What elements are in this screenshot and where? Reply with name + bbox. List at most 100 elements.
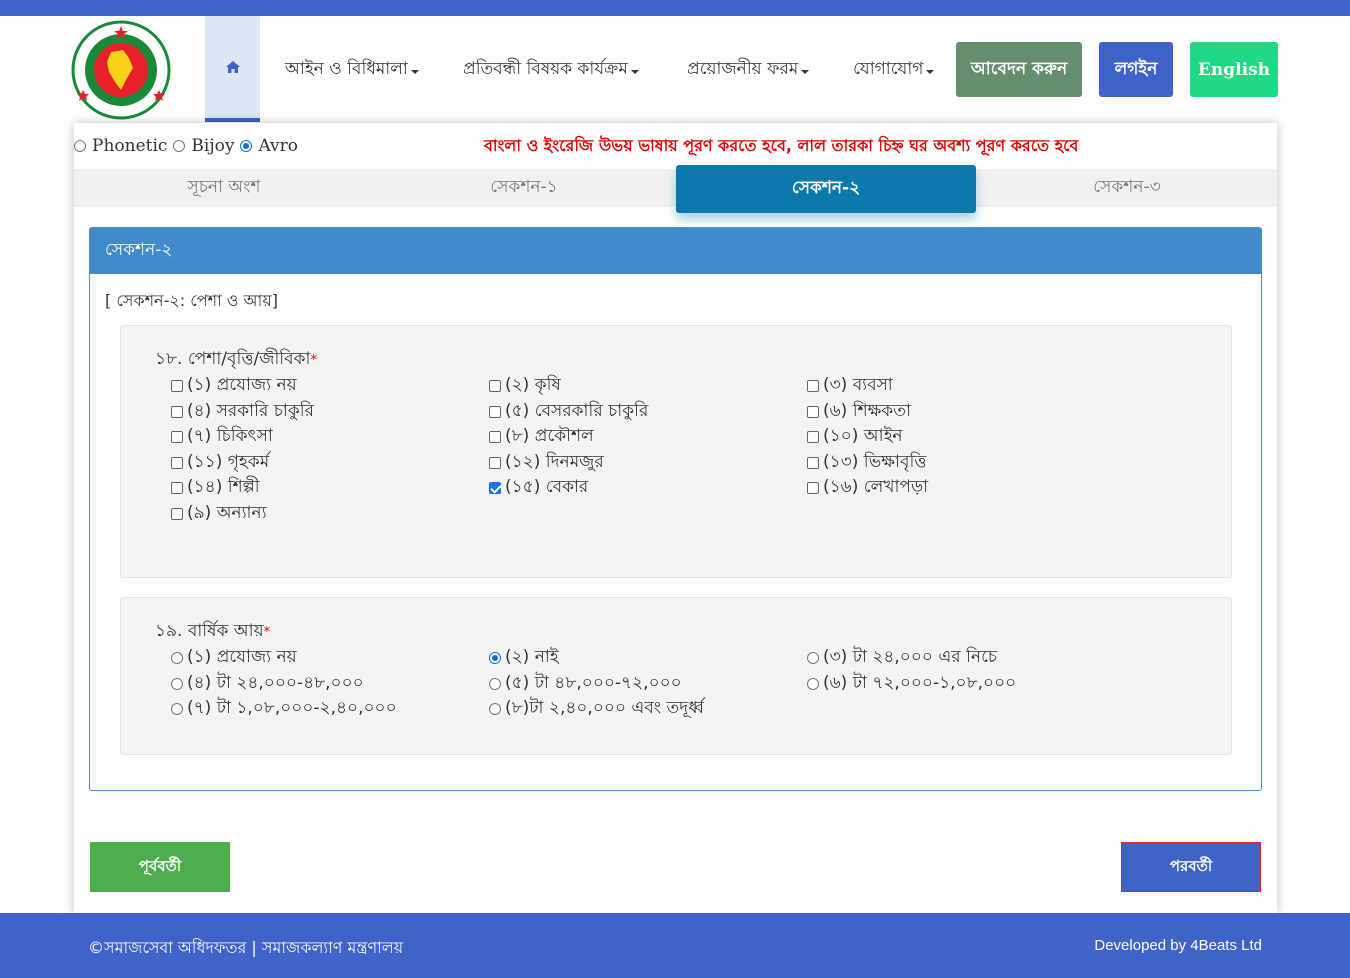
nav-home[interactable] [205, 16, 260, 122]
radio-button[interactable] [74, 140, 86, 152]
income-option[interactable]: (৫) টা ৪৮,০০০-৭২,০০০ [489, 670, 682, 698]
government-seal-logo[interactable] [71, 20, 171, 120]
occupation-option[interactable]: (১২) দিনমজুর [489, 449, 604, 477]
keyboard-option-label: Bijoy [191, 136, 235, 156]
occupation-option[interactable]: (১৪) শিল্পী [171, 474, 260, 502]
income-option[interactable]: (৩) টা ২৪,০০০ এর নিচে [807, 644, 997, 672]
keyboard-option-phonetic[interactable]: Phonetic [74, 136, 167, 156]
income-option[interactable]: (৭) টা ১,০৮,০০০-২,৪০,০০০ [171, 695, 397, 723]
option-label: (৪) টা ২৪,০০০-৪৮,০০০ [187, 672, 364, 693]
income-option[interactable]: (৮)টা ২,৪০,০০০ এবং তদূর্ধ্ব [489, 695, 704, 723]
option-label: (১১) গৃহকর্ম [187, 451, 270, 472]
site-footer: ©সমাজসেবা অধিদফতর | সমাজকল্যাণ মন্ত্রণাল… [0, 913, 1350, 978]
checkbox[interactable] [807, 380, 819, 392]
radio-button[interactable] [489, 677, 501, 690]
occupation-option[interactable]: (৩) ব্যবসা [807, 372, 893, 400]
checkbox[interactable] [807, 456, 819, 469]
tab-section-3[interactable]: সেকশন-৩ [977, 169, 1277, 207]
checkbox[interactable] [807, 482, 819, 494]
option-label: (১০) আইন [823, 426, 903, 446]
panel-heading: সেকশন-২ [90, 228, 1261, 274]
next-button[interactable]: পরবর্তী [1121, 842, 1261, 892]
checkbox[interactable] [171, 405, 183, 418]
income-option[interactable]: (১) প্রযোজ্য নয় [171, 644, 297, 672]
checkbox[interactable] [489, 380, 501, 392]
option-label: (১২) দিনমজুর [505, 451, 604, 472]
nav-item-label: আইন ও বিধিমালা [285, 59, 408, 79]
option-label: (১৩) ভিক্ষাবৃত্তি [823, 451, 927, 472]
checkbox[interactable] [489, 405, 501, 418]
radio-button[interactable] [240, 140, 253, 152]
option-label: (৩) ব্যবসা [823, 375, 893, 395]
keyboard-layout-selector: Phonetic Bijoy Avro [74, 135, 304, 157]
occupation-option[interactable]: (৮) প্রকৌশল [489, 423, 594, 451]
occupation-option[interactable]: (৪) সরকারি চাকুরি [171, 398, 314, 426]
radio-button[interactable] [489, 652, 501, 664]
tab-intro[interactable]: সূচনা অংশ [74, 169, 374, 207]
english-button[interactable]: English [1190, 42, 1278, 97]
nav-item-label: প্রয়োজনীয় ফরম [687, 59, 799, 79]
income-question-well: ১৯. বার্ষিক আয়* (১) প্রযোজ্য নয় (২) নাই… [120, 597, 1232, 755]
previous-button[interactable]: পূর্ববর্তী [90, 842, 230, 892]
nav-item-laws[interactable]: আইন ও বিধিমালা [285, 56, 419, 84]
income-option[interactable]: (৬) টা ৭২,০০০-১,০৮,০০০ [807, 670, 1016, 698]
radio-button[interactable] [807, 652, 819, 664]
apply-button[interactable]: আবেদন করুন [956, 42, 1082, 97]
keyboard-option-label: Avro [258, 136, 299, 156]
checkbox[interactable] [171, 456, 183, 469]
option-label: (১৫) বেকার [505, 477, 589, 497]
option-label: (৭) চিকিৎসা [187, 426, 273, 446]
caret-down-icon [926, 69, 935, 74]
radio-button[interactable] [807, 677, 819, 690]
occupation-option[interactable]: (৬) শিক্ষকতা [807, 398, 911, 426]
option-label: (১৪) শিল্পী [187, 477, 260, 497]
tab-section-2[interactable]: সেকশন-২ [676, 165, 976, 213]
question-title-text: ১৮. পেশা/বৃত্তি/জীবিকা [155, 349, 311, 369]
form-card: Phonetic Bijoy Avro বাংলা ও ইংরেজি উভয় … [74, 123, 1277, 913]
radio-button[interactable] [171, 703, 183, 715]
keyboard-option-avro[interactable]: Avro [240, 136, 298, 156]
login-button[interactable]: লগইন [1099, 42, 1173, 97]
occupation-option[interactable]: (২) কৃষি [489, 372, 561, 400]
occupation-option[interactable]: (১১) গৃহকর্ম [171, 449, 269, 477]
occupation-option[interactable]: (৭) চিকিৎসা [171, 423, 273, 451]
checkbox[interactable] [807, 405, 819, 418]
checkbox[interactable] [171, 507, 183, 520]
option-label: (৮)টা ২,৪০,০০০ এবং তদূর্ধ্ব [505, 698, 704, 718]
occupation-option[interactable]: (১০) আইন [807, 423, 903, 451]
keyboard-option-bijoy[interactable]: Bijoy [173, 136, 234, 156]
occupation-option[interactable]: (১৫) বেকার [489, 474, 588, 502]
occupation-option[interactable]: (৫) বেসরকারি চাকুরি [489, 398, 648, 426]
radio-button[interactable] [171, 677, 183, 690]
question-title: ১৯. বার্ষিক আয়* [155, 618, 270, 646]
income-option[interactable]: (৪) টা ২৪,০০০-৪৮,০০০ [171, 670, 364, 698]
caret-down-icon [410, 69, 419, 74]
occupation-option[interactable]: (১৬) লেখাপড়া [807, 474, 928, 502]
occupation-option[interactable]: (৯) অন্যান্য [171, 500, 267, 528]
nav-item-programs[interactable]: প্রতিবন্ধী বিষয়ক কার্যক্রম [463, 56, 639, 84]
radio-button[interactable] [489, 703, 501, 715]
footer-copyright: ©সমাজসেবা অধিদফতর | সমাজকল্যাণ মন্ত্রণাল… [88, 938, 404, 957]
checkbox[interactable] [489, 456, 501, 469]
checkbox[interactable] [489, 482, 501, 494]
option-label: (৮) প্রকৌশল [505, 426, 594, 446]
option-label: (১) প্রযোজ্য নয় [187, 375, 297, 395]
checkbox[interactable] [171, 431, 183, 443]
radio-button[interactable] [173, 140, 186, 152]
occupation-option[interactable]: (১) প্রযোজ্য নয় [171, 372, 297, 400]
option-label: (২) কৃষি [505, 375, 561, 395]
option-label: (১৬) লেখাপড়া [823, 477, 929, 497]
nav-item-forms[interactable]: প্রয়োজনীয় ফরম [687, 56, 810, 84]
checkbox[interactable] [489, 431, 501, 443]
tab-section-1[interactable]: সেকশন-১ [374, 169, 674, 207]
income-option[interactable]: (২) নাই [489, 644, 559, 672]
home-icon [225, 61, 240, 73]
radio-button[interactable] [171, 652, 183, 664]
occupation-option[interactable]: (১৩) ভিক্ষাবৃত্তি [807, 449, 926, 477]
keyboard-option-label: Phonetic [92, 136, 168, 156]
checkbox[interactable] [171, 482, 183, 494]
nav-item-contact[interactable]: যোগাযোগ [853, 56, 935, 84]
checkbox[interactable] [171, 380, 183, 392]
required-mark: * [263, 625, 271, 640]
checkbox[interactable] [807, 431, 819, 443]
